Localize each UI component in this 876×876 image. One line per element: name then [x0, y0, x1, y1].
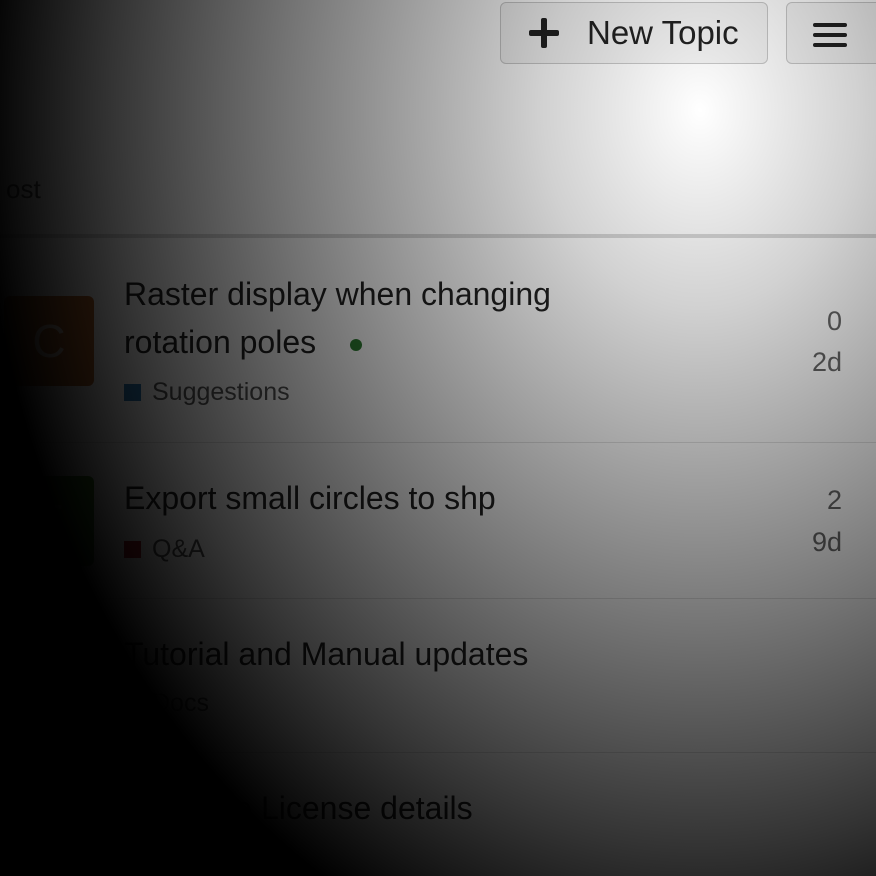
category-swatch — [124, 541, 141, 558]
topic-title-line: rotation poles — [124, 324, 317, 360]
topic-title[interactable]: Export small circles to shp — [124, 474, 496, 522]
category-badge[interactable]: Q&A — [124, 535, 205, 564]
avatar-letter: C — [32, 649, 66, 701]
topic-title-line-wrap: rotation poles — [124, 318, 551, 366]
avatar[interactable]: C — [4, 630, 94, 720]
category-label: Q&A — [152, 845, 205, 873]
avatar-letter: G — [31, 805, 67, 857]
plus-icon — [529, 18, 559, 48]
topic-row[interactable]: F Export small circles to shp Q&A 2 9d — [0, 443, 876, 599]
forum-page: New Topic ost C Raster display when chan… — [0, 0, 876, 876]
topic-title[interactable]: Raster display when changing rotation po… — [124, 270, 551, 366]
hamburger-icon — [813, 23, 847, 47]
new-topic-button[interactable]: New Topic — [500, 2, 768, 64]
unread-indicator-icon — [350, 338, 363, 351]
category-badge[interactable]: Suggestions — [124, 378, 290, 407]
avatar-letter: C — [32, 315, 66, 367]
category-label: Suggestions — [152, 378, 290, 406]
avatar-letter: F — [34, 495, 64, 547]
topic-row[interactable]: C Raster display when changing rotation … — [0, 238, 876, 443]
new-topic-label: New Topic — [587, 14, 739, 51]
category-badge[interactable]: Q&A — [124, 845, 205, 874]
category-badge[interactable]: Docs — [124, 689, 209, 718]
replies-count: 2 — [826, 485, 842, 515]
replies-count: 0 — [826, 306, 842, 336]
topic-title-line: Raster display when changing — [124, 276, 551, 312]
category-swatch — [124, 695, 141, 712]
topic-title[interactable]: Tutorial and Manual updates — [124, 630, 528, 678]
category-swatch — [124, 384, 141, 401]
topic-title[interactable]: pyGplate License details — [124, 784, 473, 832]
activity-time[interactable]: 9d — [812, 527, 842, 558]
topic-row[interactable]: G pyGplate License details Q&A — [0, 753, 876, 876]
avatar[interactable]: F — [4, 476, 94, 566]
topic-row[interactable]: C Tutorial and Manual updates Docs — [0, 599, 876, 753]
category-label: Q&A — [152, 535, 205, 563]
activity-time[interactable]: 2d — [812, 347, 842, 378]
avatar[interactable]: G — [4, 786, 94, 876]
avatar[interactable]: C — [4, 296, 94, 386]
category-swatch — [124, 851, 141, 868]
category-label: Docs — [152, 689, 209, 717]
column-header-latest[interactable]: ost — [6, 174, 41, 205]
menu-button[interactable] — [786, 2, 876, 64]
